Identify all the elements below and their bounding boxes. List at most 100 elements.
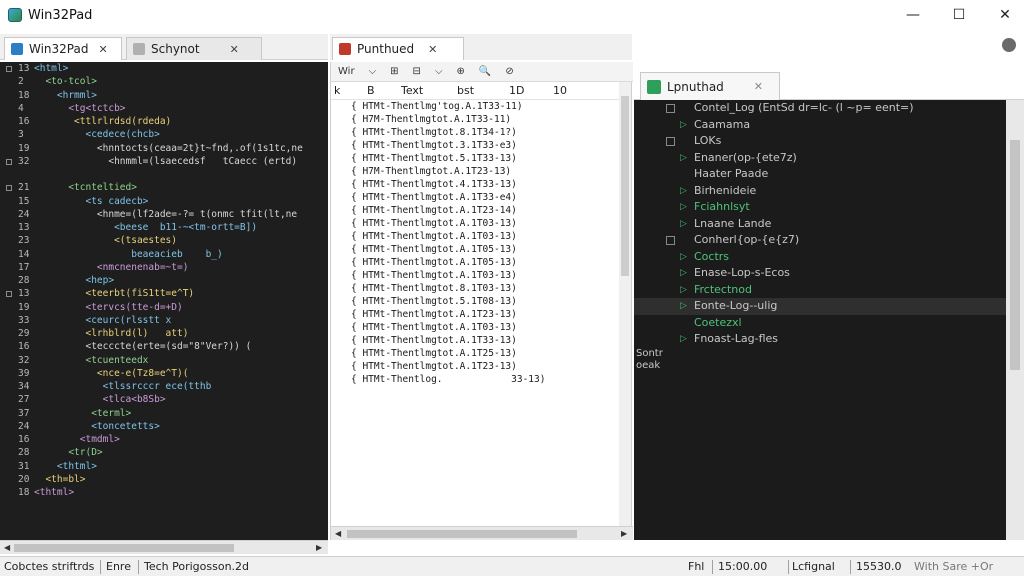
tree-node[interactable]: ▷ Fnoast-Lag-fles (634, 331, 1006, 348)
expand-arrow-icon[interactable]: ▷ (680, 282, 687, 299)
log-row[interactable]: { HTMt-Thentlmgtot.5.1T33-13) (331, 152, 621, 165)
scrollbar-thumb[interactable] (621, 96, 629, 276)
tree-node[interactable]: ▷ Enase-Lop-s-Ecos (634, 265, 1006, 282)
log-row[interactable]: { H7M-Thentlmgtot.A.1T33-11) (331, 113, 621, 126)
scroll-right-icon[interactable]: ▶ (316, 541, 322, 555)
expand-box-icon[interactable] (666, 104, 675, 113)
log-row[interactable]: { HTMt-Thentlmgtot.A.1T23-13) (331, 360, 621, 373)
expand-arrow-icon[interactable]: ▷ (680, 249, 687, 266)
close-window-button[interactable]: ✕ (982, 0, 1024, 30)
log-row[interactable]: { HTMt-Thentlmgtot.4.1T33-13) (331, 178, 621, 191)
log-row[interactable]: { HTMt-Thentlmgtot.A.1T33-13) (331, 334, 621, 347)
code-area[interactable]: <html> <to-tcol> <hrmml> <tg<tctcb> <ttl… (34, 62, 328, 499)
code-line[interactable]: <tecccte(erte=(sd="8"Ver?)) ( (34, 340, 328, 353)
code-line[interactable]: <tmdml> (34, 433, 328, 446)
code-line[interactable]: <hnme=(lf2ade=-?= t(onmc tfit(lt,ne (34, 208, 328, 221)
tree-node[interactable]: ▷ Enaner(op-{ete7z) (634, 150, 1006, 167)
expand-box-icon[interactable] (666, 137, 675, 146)
log-row[interactable]: { H7M-Thentlmgtot.A.1T23-13) (331, 165, 621, 178)
editor-horizontal-scrollbar[interactable]: ◀ ▶ (0, 540, 328, 554)
log-row[interactable]: { HTMt-Thentlmgtot.A.1T03-13) (331, 230, 621, 243)
col-header[interactable]: 10 (553, 84, 567, 97)
tree-node[interactable]: ▷ Lnaane Lande (634, 216, 1006, 233)
tree-node[interactable]: Conherl{op-{e{z7) (634, 232, 1006, 249)
log-vertical-scrollbar[interactable] (619, 82, 631, 526)
expand-arrow-icon[interactable]: ▷ (680, 216, 687, 233)
code-editor[interactable]: 13 2 18 4 16 3 19 32 21 15 24 13 23 14 17 28 13 19 33 29 16 3… (0, 62, 328, 540)
scrollbar-thumb[interactable] (347, 530, 577, 538)
chevron-down-icon[interactable]: ⌵ (362, 62, 384, 82)
filter-dropdown[interactable]: Wir (331, 62, 362, 82)
log-row[interactable]: { HTMt-Thentlmgtot.A.1T23-14) (331, 204, 621, 217)
col-header[interactable]: Text (401, 84, 423, 97)
code-line[interactable]: <tg<tctcb> (34, 102, 328, 115)
code-line[interactable] (34, 168, 328, 181)
expand-arrow-icon[interactable]: ▷ (680, 183, 687, 200)
tree-node[interactable]: ▷ Coctrs (634, 249, 1006, 266)
maximize-button[interactable]: ☐ (936, 0, 982, 30)
code-line[interactable]: <terml> (34, 407, 328, 420)
code-line[interactable]: <toncetetts> (34, 420, 328, 433)
tree-node[interactable]: ▷ Fciahnlsyt (634, 199, 1006, 216)
minimize-button[interactable]: — (890, 0, 936, 30)
code-line[interactable]: <(tsaestes) (34, 234, 328, 247)
tree-node[interactable]: ▷ Birhenideie (634, 183, 1006, 200)
log-row[interactable]: { HTMt-Thentlmg'tog.A.1T33-11) (331, 100, 621, 113)
log-row[interactable]: { HTMt-Thentlmgtot.A.1T23-13) (331, 308, 621, 321)
code-line[interactable]: <lrhblrd(l) att) (34, 327, 328, 340)
tree-node[interactable]: ▷ Frctectnod (634, 282, 1006, 299)
globe-icon[interactable]: ⊕ (450, 62, 472, 82)
tab-win32pad[interactable]: Win32Pad ✕ (4, 37, 122, 60)
code-line[interactable]: <cedece(chcb> (34, 128, 328, 141)
fold-toggle-icon[interactable] (6, 291, 12, 298)
expand-box-icon[interactable] (666, 236, 675, 245)
expand-arrow-icon[interactable]: ▷ (680, 199, 687, 216)
col-header[interactable]: B (367, 84, 375, 97)
scroll-left-icon[interactable]: ◀ (4, 541, 10, 555)
fold-toggle-icon[interactable] (6, 185, 12, 192)
scroll-left-icon[interactable]: ◀ (335, 527, 341, 541)
grid-icon[interactable]: ⊞ (383, 62, 405, 82)
log-row[interactable]: { HTMt-Thentlmgtot.A.1T05-13) (331, 256, 621, 269)
log-row[interactable]: { HTMt-Thentlmgtot.8.1T34-1?) (331, 126, 621, 139)
close-tab-icon[interactable]: ✕ (230, 43, 239, 56)
expand-arrow-icon[interactable]: ▷ (680, 150, 687, 167)
log-row[interactable]: { HTMt-Thentlog. 33-13) (331, 373, 621, 386)
code-line[interactable]: <nmcnenenab=~t=) (34, 261, 328, 274)
log-row[interactable]: { HTMt-Thentlmgtot.8.1T03-13) (331, 282, 621, 295)
expand-arrow-icon[interactable]: ▷ (680, 298, 687, 315)
close-tab-icon[interactable]: ✕ (754, 80, 763, 93)
log-horizontal-scrollbar[interactable]: ◀ ▶ (331, 526, 633, 540)
tree-node[interactable]: Contel_Log (EntSd dr=lc- (l ~p= eent=) (634, 100, 1006, 117)
col-header[interactable]: k (334, 84, 340, 97)
code-line[interactable]: <beese b11-~<tm-ortt=B]) (34, 221, 328, 234)
code-line[interactable]: <ttlrlrdsd(rdeda) (34, 115, 328, 128)
tab-punthued[interactable]: Punthued ✕ (332, 37, 464, 60)
log-row[interactable]: { HTMt-Thentlmgtot.A.1T03-13) (331, 217, 621, 230)
search-icon[interactable]: 🔍 (472, 62, 498, 82)
settings-icon[interactable] (1002, 38, 1016, 52)
close-tab-icon[interactable]: ✕ (428, 43, 437, 56)
code-line[interactable]: <ts cadecb> (34, 195, 328, 208)
code-line[interactable]: <thtml> (34, 486, 328, 499)
tree-node[interactable]: ▷ Caamama (634, 117, 1006, 134)
expand-arrow-icon[interactable]: ▷ (680, 265, 687, 282)
code-line[interactable]: <th=bl> (34, 473, 328, 486)
fold-toggle-icon[interactable] (6, 66, 12, 72)
log-row[interactable]: { HTMt-Thentlmgtot.A.1T33-e4) (331, 191, 621, 204)
code-line[interactable]: <tr(D> (34, 446, 328, 459)
log-row[interactable]: { HTMt-Thentlmgtot.A.1T05-13) (331, 243, 621, 256)
log-row[interactable]: { HTMt-Thentlmgtot.A.1T25-13) (331, 347, 621, 360)
col-header[interactable]: bst (457, 84, 474, 97)
code-line[interactable]: <hnmml=(lsaecedsf tCaecc (ertd) (34, 155, 328, 168)
log-row[interactable]: { HTMt-Thentlmgtot.A.1T03-13) (331, 321, 621, 334)
tree-vertical-scrollbar[interactable] (1006, 100, 1024, 540)
code-line[interactable]: <hrmml> (34, 89, 328, 102)
code-line[interactable]: <teerbt(fiS1tt=e^T) (34, 287, 328, 300)
log-row[interactable]: { HTMt-Thentlmgtot.3.1T33-e3) (331, 139, 621, 152)
scrollbar-thumb[interactable] (1010, 140, 1020, 370)
code-line[interactable]: <hnntocts(ceaa=2t}t~fnd,.of(1s1tc,ne (34, 142, 328, 155)
log-row[interactable]: { HTMt-Thentlmgtot.5.1T08-13) (331, 295, 621, 308)
log-row[interactable]: { HTMt-Thentlmgtot.A.1T03-13) (331, 269, 621, 282)
scrollbar-thumb[interactable] (14, 544, 234, 552)
